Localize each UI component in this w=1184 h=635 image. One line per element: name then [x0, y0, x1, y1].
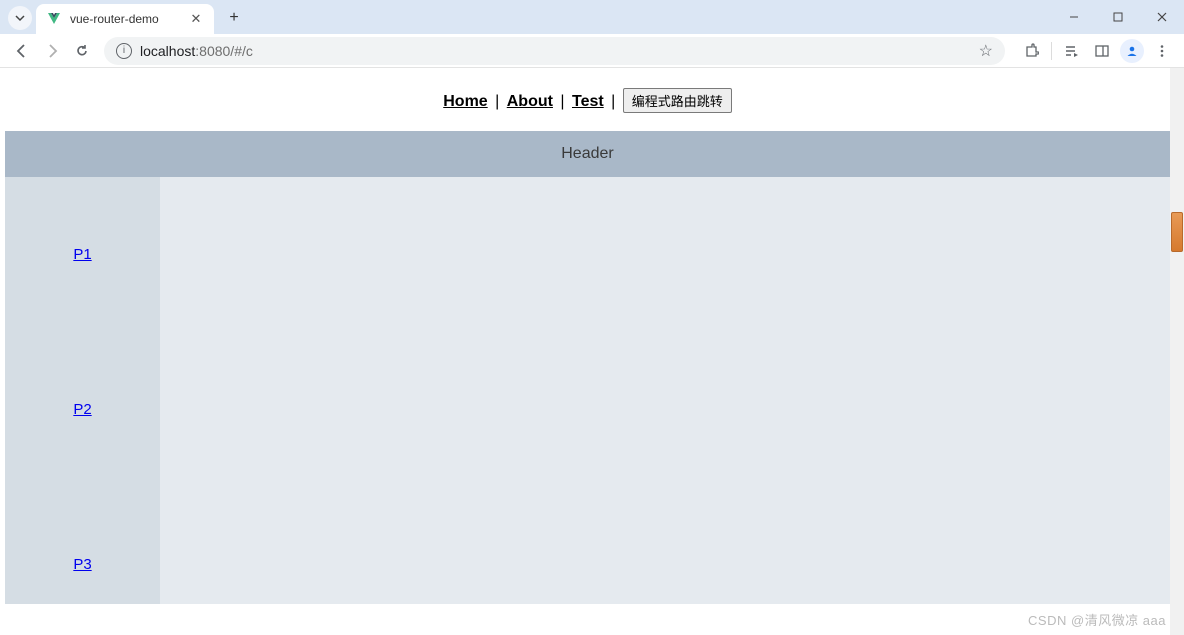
sidebar-item: P1: [5, 177, 160, 332]
browser-tab[interactable]: vue-router-demo ✕: [36, 4, 214, 34]
kebab-icon: [1155, 44, 1169, 58]
nav-link-home[interactable]: Home: [443, 93, 487, 110]
extensions-button[interactable]: [1017, 37, 1045, 65]
nav-link-test[interactable]: Test: [572, 93, 604, 110]
window-controls: [1052, 0, 1184, 34]
puzzle-icon: [1023, 43, 1039, 59]
sidebar: P1 P2 P3: [5, 177, 160, 604]
close-window-button[interactable]: [1140, 0, 1184, 34]
header-text: Header: [561, 145, 613, 163]
chrome-window: vue-router-demo ✕ + i localhost:8080/#/c…: [0, 0, 1184, 635]
sidebar-item: P3: [5, 487, 160, 635]
vue-favicon: [46, 11, 62, 27]
person-icon: [1120, 39, 1144, 63]
nav-link-about[interactable]: About: [507, 93, 553, 110]
playlist-icon: [1064, 43, 1080, 59]
profile-button[interactable]: [1118, 37, 1146, 65]
vertical-scrollbar[interactable]: [1170, 68, 1184, 635]
titlebar: vue-router-demo ✕ +: [0, 0, 1184, 34]
forward-button[interactable]: [38, 37, 66, 65]
bookmark-star-button[interactable]: ☆: [979, 41, 993, 61]
viewport: Home | About | Test | 编程式路由跳转 Header P1 …: [0, 68, 1184, 635]
new-tab-button[interactable]: +: [220, 4, 248, 32]
top-nav: Home | About | Test | 编程式路由跳转: [5, 68, 1170, 131]
tab-search-dropdown[interactable]: [8, 6, 32, 30]
reload-icon: [74, 43, 90, 59]
nav-separator: |: [607, 93, 620, 110]
maximize-button[interactable]: [1096, 0, 1140, 34]
minimize-button[interactable]: [1052, 0, 1096, 34]
site-info-icon[interactable]: i: [116, 43, 132, 59]
nav-separator: |: [556, 93, 569, 110]
side-panel-button[interactable]: [1088, 37, 1116, 65]
tab-close-button[interactable]: ✕: [188, 11, 204, 27]
sidebar-link-p1[interactable]: P1: [73, 246, 91, 263]
menu-button[interactable]: [1148, 37, 1176, 65]
content-row: P1 P2 P3: [5, 177, 1170, 604]
programmatic-route-button[interactable]: 编程式路由跳转: [623, 88, 732, 113]
chevron-down-icon: [15, 13, 25, 23]
back-button[interactable]: [8, 37, 36, 65]
main-area: [160, 177, 1170, 604]
scrollbar-track[interactable]: [1171, 82, 1183, 621]
url-path: :8080/#/c: [195, 43, 253, 59]
sidebar-link-p2[interactable]: P2: [73, 401, 91, 418]
toolbar-separator: [1051, 42, 1052, 60]
scrollbar-thumb[interactable]: [1171, 212, 1183, 252]
arrow-left-icon: [14, 43, 30, 59]
reload-button[interactable]: [68, 37, 96, 65]
toolbar-right: [1017, 37, 1176, 65]
arrow-right-icon: [44, 43, 60, 59]
sidebar-item: P2: [5, 332, 160, 487]
url-host: localhost: [140, 43, 195, 59]
watermark: CSDN @清风微凉 aaa: [1028, 610, 1166, 629]
header-bar: Header: [5, 131, 1170, 177]
panel-icon: [1094, 43, 1110, 59]
tab-title: vue-router-demo: [70, 12, 180, 26]
url-text: localhost:8080/#/c: [140, 43, 971, 59]
nav-separator: |: [491, 93, 504, 110]
toolbar: i localhost:8080/#/c ☆: [0, 34, 1184, 68]
address-bar[interactable]: i localhost:8080/#/c ☆: [104, 37, 1005, 65]
page-content: Home | About | Test | 编程式路由跳转 Header P1 …: [5, 68, 1170, 635]
media-control-button[interactable]: [1058, 37, 1086, 65]
sidebar-link-p3[interactable]: P3: [73, 556, 91, 573]
